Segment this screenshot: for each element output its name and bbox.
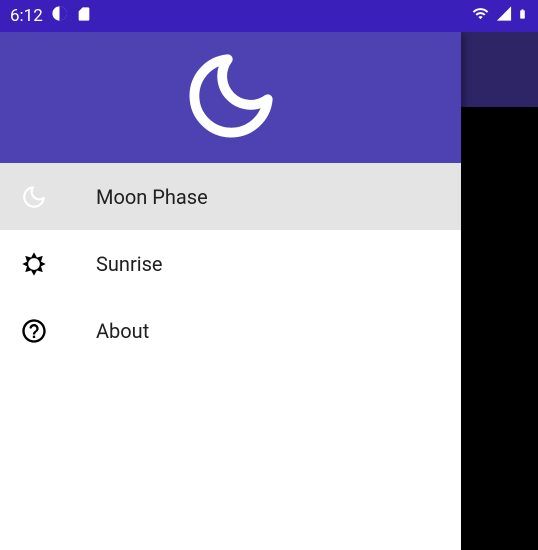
status-right bbox=[470, 5, 528, 28]
status-bar: 6:12 bbox=[0, 0, 538, 32]
help-icon bbox=[20, 317, 48, 345]
navigation-drawer: Moon Phase Sunrise About bbox=[0, 32, 461, 550]
nav-item-label: About bbox=[96, 319, 149, 343]
cell-signal-icon bbox=[495, 5, 513, 27]
nav-item-about[interactable]: About bbox=[0, 297, 461, 364]
drawer-header bbox=[0, 32, 461, 163]
nav-item-sunrise[interactable]: Sunrise bbox=[0, 230, 461, 297]
status-left: 6:12 bbox=[10, 5, 92, 28]
status-time: 6:12 bbox=[10, 6, 43, 26]
wifi-icon bbox=[470, 5, 491, 27]
moon-icon bbox=[20, 183, 48, 211]
battery-icon bbox=[517, 5, 528, 28]
nav-item-label: Moon Phase bbox=[96, 185, 208, 209]
moon-icon bbox=[182, 47, 280, 149]
nav-item-label: Sunrise bbox=[96, 252, 163, 276]
sd-card-icon bbox=[76, 5, 92, 28]
contrast-icon bbox=[51, 5, 68, 27]
sun-icon bbox=[20, 250, 48, 278]
nav-item-moon-phase[interactable]: Moon Phase bbox=[0, 163, 461, 230]
